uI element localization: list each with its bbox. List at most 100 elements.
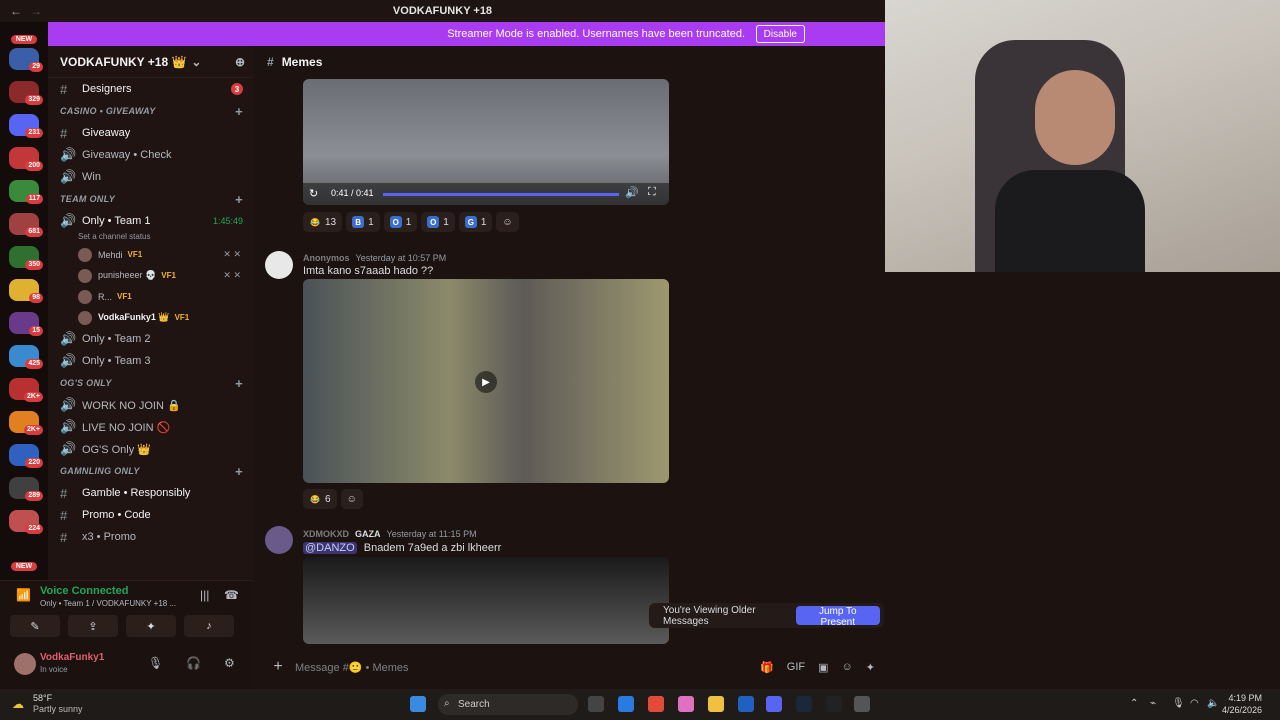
user-mention[interactable]: @DANZO <box>303 542 357 554</box>
network-icon[interactable]: ⌁ <box>1150 698 1156 709</box>
clock-date[interactable]: 4/26/2026 <box>1222 705 1262 715</box>
server-icon[interactable]: 2K+ <box>9 411 43 435</box>
server-icon[interactable]: 117 <box>9 180 43 204</box>
message-input[interactable]: Message #🙂 • Memes <box>295 661 409 674</box>
apps-icon[interactable]: ✦ <box>866 661 875 674</box>
server-icon[interactable]: 200 <box>9 147 43 171</box>
forward-arrow-icon[interactable]: → <box>30 4 42 18</box>
add-reaction-icon[interactable]: ☺ <box>496 212 519 232</box>
voice-user[interactable]: R... VF1 <box>48 286 253 307</box>
author-name[interactable]: XDMOKXD <box>303 529 349 539</box>
fullscreen-icon[interactable]: ⛶ <box>648 186 656 199</box>
avatar[interactable] <box>265 526 293 554</box>
tray-chevron-icon[interactable]: ⌃ <box>1130 698 1138 709</box>
video-attachment[interactable]: ↻ 0:41 / 0:41 🔊 ⛶ <box>303 79 669 205</box>
play-icon[interactable]: ▶ <box>475 371 497 393</box>
activities-icon[interactable]: ✦ <box>126 615 176 637</box>
reaction[interactable]: O1 <box>383 212 418 232</box>
add-channel-icon[interactable]: + <box>235 464 243 479</box>
channel-team-2[interactable]: 🔊 Only • Team 2 <box>48 328 253 350</box>
channel-team-1[interactable]: 🔊 Only • Team 1 1:45:49 <box>48 210 253 232</box>
jump-to-present-button[interactable]: Jump To Present <box>795 606 880 628</box>
disconnect-icon[interactable]: ☎ <box>224 588 239 602</box>
store-icon[interactable] <box>738 696 754 712</box>
discord-icon[interactable] <box>766 696 782 712</box>
server-icon[interactable]: 29 <box>9 48 43 72</box>
reaction[interactable]: 😂 13 <box>303 212 343 232</box>
server-icon[interactable]: 220 <box>9 444 43 468</box>
category-casino[interactable]: CASINO • GIVEAWAY + <box>48 100 253 122</box>
weather-icon[interactable]: ☁ <box>12 697 24 711</box>
gear-icon[interactable]: ⚙ <box>224 656 235 670</box>
channel-gamble[interactable]: # Gamble • Responsibly <box>48 482 253 504</box>
add-member-icon[interactable]: ⊕ <box>235 55 245 69</box>
channel-win[interactable]: 🔊 Win <box>48 166 253 188</box>
mic-icon[interactable]: 🎙 <box>1172 698 1185 709</box>
author-name[interactable]: Anonymos <box>303 253 350 263</box>
voice-user[interactable]: punisheeer 💀 VF1 ✕ ✕ <box>48 265 253 286</box>
headphones-icon[interactable]: 🎧 <box>186 656 201 670</box>
server-icon[interactable]: 681 <box>9 213 43 237</box>
avatar[interactable] <box>14 653 36 675</box>
category-team-only[interactable]: TEAM ONLY + <box>48 188 253 210</box>
server-icon[interactable]: 425 <box>9 345 43 369</box>
category-ogs-only[interactable]: OG'S ONLY + <box>48 372 253 394</box>
channel-x3-promo[interactable]: # x3 • Promo <box>48 526 253 548</box>
server-header[interactable]: VODKAFUNKY +18 👑 ⌄ ⊕ <box>48 46 253 78</box>
camera-off-icon[interactable]: ✎ <box>10 615 60 637</box>
server-icon[interactable]: 289 <box>9 477 43 501</box>
add-reaction-icon[interactable]: ☺ <box>340 489 363 509</box>
server-icon[interactable]: 2K+ <box>9 378 43 402</box>
video-attachment[interactable] <box>303 557 669 644</box>
reaction[interactable]: B1 <box>346 212 380 232</box>
settings-icon[interactable] <box>854 696 870 712</box>
channel-ogs-only[interactable]: 🔊 OG'S Only 👑 <box>48 438 253 460</box>
server-icon[interactable]: 329 <box>9 81 43 105</box>
chrome-icon[interactable] <box>648 696 664 712</box>
copilot-icon[interactable] <box>678 696 694 712</box>
add-channel-icon[interactable]: + <box>235 376 243 391</box>
channel-giveaway-check[interactable]: 🔊 Giveaway • Check <box>48 144 253 166</box>
server-icon[interactable]: 350 <box>9 246 43 270</box>
channel-work-no-join[interactable]: 🔊 WORK NO JOIN 🔒 <box>48 394 253 416</box>
weather-temp[interactable]: 58°F <box>33 693 52 703</box>
server-icon[interactable]: 231 <box>9 114 43 138</box>
screen-share-icon[interactable]: ⇪ <box>68 615 118 637</box>
avatar[interactable] <box>265 251 293 279</box>
emoji-icon[interactable]: ☺ <box>842 661 853 674</box>
channel-designers[interactable]: # Designers 3 <box>48 78 253 100</box>
steam-icon[interactable] <box>796 696 812 712</box>
signal-icon[interactable]: 📶 <box>16 588 31 602</box>
channel-promo-code[interactable]: # Promo • Code <box>48 504 253 526</box>
voice-user[interactable]: VodkaFunky1 👑 VF1 <box>48 307 253 328</box>
noise-suppression-icon[interactable]: ||| <box>200 588 209 602</box>
voice-user[interactable]: Mehdi VF1 ✕ ✕ <box>48 244 253 265</box>
attach-plus-icon[interactable]: + <box>261 658 295 676</box>
soundboard-icon[interactable]: ♪ <box>184 615 234 637</box>
message-composer[interactable]: + Message #🙂 • Memes 🎁 GIF ▣ ☺ ✦ <box>261 651 881 683</box>
edge-icon[interactable] <box>618 696 634 712</box>
task-view-icon[interactable] <box>588 696 604 712</box>
server-icon[interactable]: 224 <box>9 510 43 534</box>
add-channel-icon[interactable]: + <box>235 192 243 207</box>
windows-start-icon[interactable] <box>410 696 426 712</box>
reaction[interactable]: 😂 6 <box>303 489 337 509</box>
gif-icon[interactable]: GIF <box>787 661 805 674</box>
disable-button[interactable]: Disable <box>755 25 805 43</box>
category-gambling-only[interactable]: GAMNLING ONLY + <box>48 460 253 482</box>
volume-icon[interactable]: 🔊 <box>625 186 639 199</box>
username[interactable]: VodkaFunky1 <box>40 652 104 663</box>
channel-giveaway[interactable]: # Giveaway <box>48 122 253 144</box>
server-icon[interactable]: 15 <box>9 312 43 336</box>
channel-live-no-join[interactable]: 🔊 LIVE NO JOIN 🚫 <box>48 416 253 438</box>
add-channel-icon[interactable]: + <box>235 104 243 119</box>
replay-icon[interactable]: ↻ <box>309 187 318 200</box>
back-arrow-icon[interactable]: ← <box>10 4 22 18</box>
file-explorer-icon[interactable] <box>708 696 724 712</box>
wifi-icon[interactable]: ◠ <box>1190 698 1199 709</box>
sticker-icon[interactable]: ▣ <box>818 661 828 674</box>
video-attachment[interactable]: ▶ <box>303 279 669 483</box>
gift-icon[interactable]: 🎁 <box>760 661 774 674</box>
reaction[interactable]: O1 <box>421 212 455 232</box>
speaker-icon[interactable]: 🔈 <box>1207 698 1219 709</box>
